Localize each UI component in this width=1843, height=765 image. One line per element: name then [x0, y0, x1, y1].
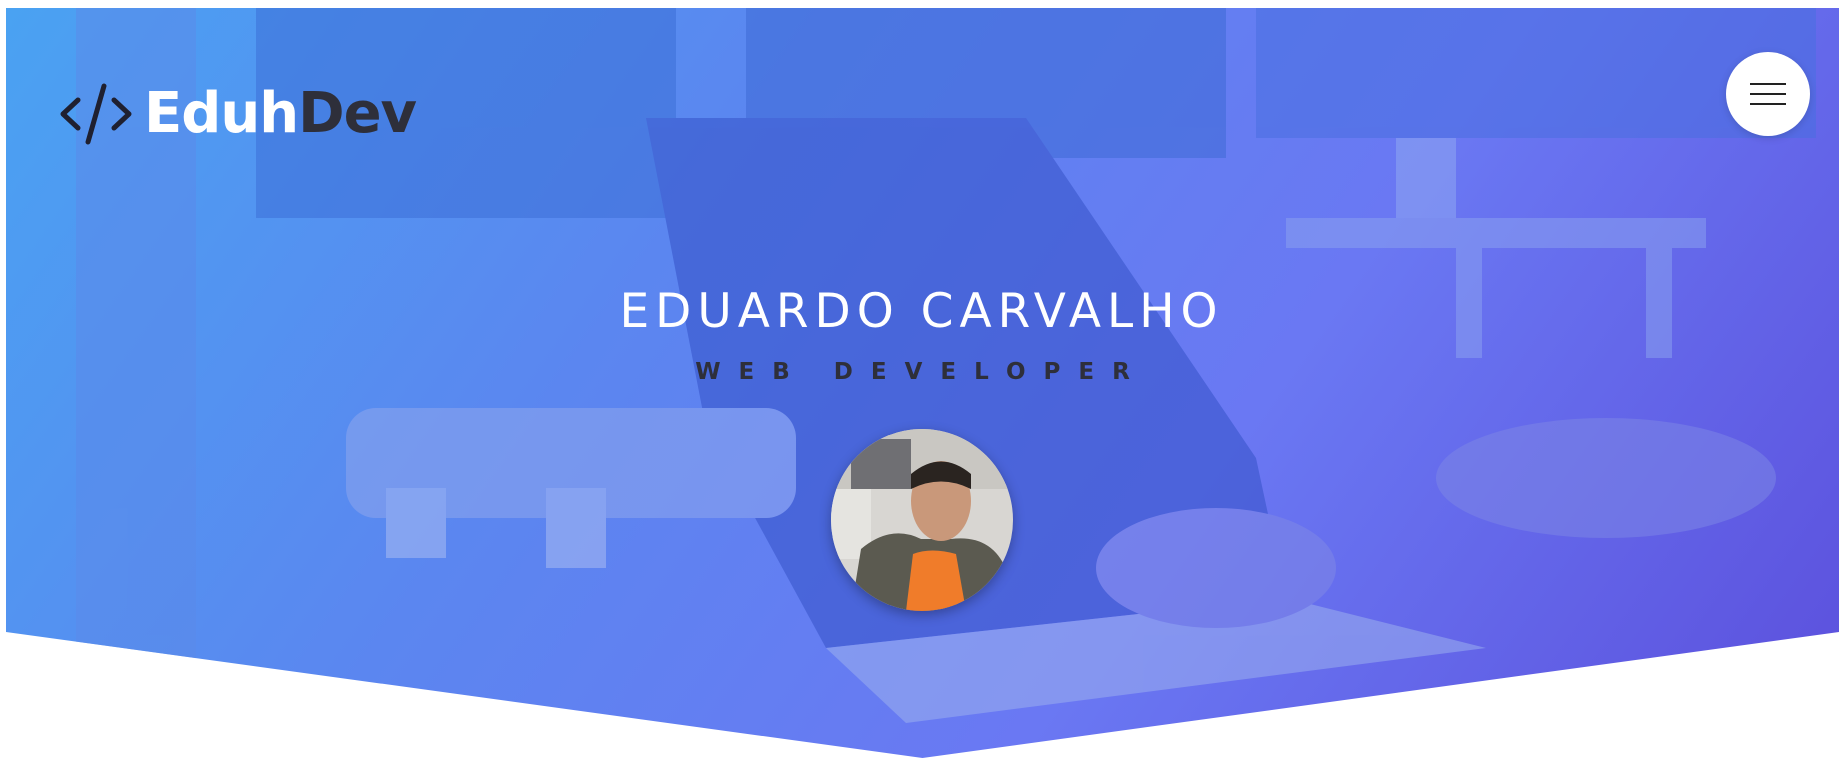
hamburger-menu-icon [1750, 83, 1786, 85]
hero-role: WEB DEVELOPER [695, 359, 1148, 385]
code-brackets-icon [60, 82, 132, 146]
brand-logo[interactable]: EduhDev [60, 74, 417, 154]
brand-name-part2: Dev [298, 81, 417, 146]
brand-name: EduhDev [144, 86, 417, 142]
hamburger-menu-button[interactable] [1726, 52, 1810, 136]
page: EduhDev EDUARDO CARVALHO WEB DEVELOPER [0, 0, 1843, 765]
avatar-photo [831, 429, 1013, 611]
hero-name: EDUARDO CARVALHO [619, 284, 1224, 339]
hamburger-menu-icon-bar [1750, 103, 1786, 105]
hamburger-menu-icon-bar [1750, 93, 1786, 95]
brand-name-part1: Eduh [144, 81, 299, 146]
avatar [831, 429, 1013, 611]
